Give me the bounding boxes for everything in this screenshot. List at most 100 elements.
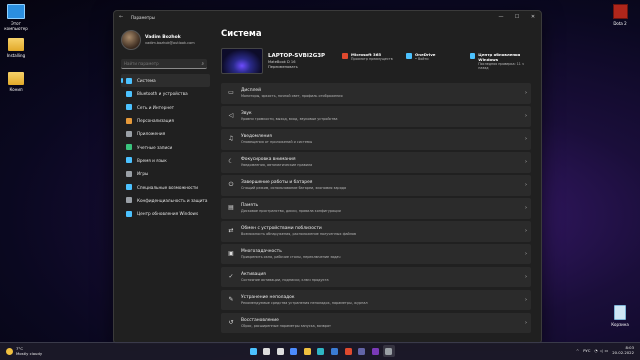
chevron-right-icon: › <box>525 159 527 166</box>
device-summary: LAPTOP-SVBI2G3P MateBook D 16 Переименов… <box>221 47 541 75</box>
sidebar-item-3[interactable]: Персонализация <box>121 114 210 127</box>
folder-icon <box>8 38 24 51</box>
settings-row-moon[interactable]: ☾ Фокусировка внимания Уведомления, автома… <box>221 151 531 173</box>
settings-row-bell[interactable]: ♫ Уведомления Оповещения от приложений и с… <box>221 128 531 150</box>
sidebar-item-label: Игры <box>137 171 149 177</box>
avatar <box>121 30 141 50</box>
settings-row-display[interactable]: ▭ Дисплей Мониторы, яркость, ночной свет, … <box>221 83 531 104</box>
explorer-icon[interactable] <box>301 345 313 357</box>
desktop-icon-label: Dota 2 <box>613 21 627 26</box>
sidebar-item-7[interactable]: Игры <box>121 167 210 180</box>
desktop-icon-dota2[interactable]: Dota 2 <box>604 4 636 26</box>
desktop-icon-recycle-bin[interactable]: Корзина <box>604 305 636 327</box>
close-button[interactable]: ✕ <box>525 14 541 20</box>
quick-tile-1[interactable]: OneDrive • Войти <box>406 52 464 71</box>
key-icon: ✓ <box>228 273 234 281</box>
wifi-icon[interactable]: ◔ <box>594 348 597 353</box>
battery-icon[interactable]: ▭ <box>605 348 609 353</box>
office-icon <box>342 52 348 59</box>
vegas-icon[interactable] <box>369 345 381 357</box>
sidebar-item-label: Персонализация <box>137 118 174 124</box>
accessibility-icon <box>126 184 132 191</box>
settings-row-subtitle: Уведомления, автоматические правила <box>241 163 313 167</box>
volume-icon[interactable]: ◁ <box>600 348 603 353</box>
multitask-icon: ▣ <box>228 250 234 258</box>
desktop-icon-konip[interactable]: Конип <box>0 72 32 92</box>
teams-icon-glyph <box>358 347 366 355</box>
edge-icon[interactable] <box>315 345 327 357</box>
windows-logo-icon[interactable] <box>247 345 259 357</box>
settings-row-recovery[interactable]: ↺ Восстановление Сброс, расширенные параме… <box>221 312 531 334</box>
quick-tile-0[interactable]: Microsoft 365 Просмотр преимуществ <box>342 52 400 71</box>
desktop-icon-this-pc[interactable]: Этот компьютер <box>0 4 32 31</box>
chevron-right-icon: › <box>525 182 527 189</box>
chevron-up-icon[interactable]: ^ <box>576 348 579 353</box>
minimize-button[interactable]: — <box>493 14 509 20</box>
sidebar-item-8[interactable]: Специальные возможности <box>121 180 210 193</box>
chrome-icon-glyph <box>344 347 352 355</box>
sidebar-item-1[interactable]: Bluetooth и устройства <box>121 87 210 100</box>
tile-subtitle: • Войти <box>415 56 429 61</box>
chrome-icon[interactable] <box>342 345 354 357</box>
storage-icon: ▤ <box>228 204 234 212</box>
recycle-bin-icon <box>614 305 626 320</box>
weather-widget[interactable]: 7°C Mostly cloudy <box>6 346 66 356</box>
search-box[interactable]: ⌕ <box>121 59 207 69</box>
maximize-button[interactable]: ☐ <box>509 14 525 20</box>
window-title: Параметры <box>131 14 155 20</box>
main-content: Система LAPTOP-SVBI2G3P MateBook D 16 Пе… <box>221 23 541 343</box>
weather-desc: Mostly cloudy <box>16 350 43 356</box>
search-input[interactable] <box>124 61 202 66</box>
sidebar-item-10[interactable]: Центр обновления Windows <box>121 207 210 220</box>
chevron-right-icon: › <box>525 228 527 235</box>
rename-link[interactable]: Переименовать <box>268 65 342 70</box>
widgets-icon-glyph <box>290 347 298 355</box>
sidebar-item-9[interactable]: Конфиденциальность и защита <box>121 194 210 207</box>
sidebar-item-label: Конфиденциальность и защита <box>137 197 208 203</box>
back-arrow-icon[interactable]: ← <box>119 14 127 20</box>
settings-list: ▭ Дисплей Мониторы, яркость, ночной свет, … <box>221 83 541 334</box>
recovery-icon: ↺ <box>228 319 234 327</box>
device-name: LAPTOP-SVBI2G3P <box>268 52 326 59</box>
settings-row-share[interactable]: ⇄ Обмен с устройствами поблизости Возможно… <box>221 220 531 242</box>
sidebar: Vadim Bozhok vadim.bozhok@outlook.com ⌕ … <box>114 23 214 343</box>
title-bar[interactable]: ← Параметры — ☐ ✕ <box>114 11 541 23</box>
settings-icon-glyph <box>385 347 393 355</box>
tile-title: OneDrive <box>415 51 436 57</box>
settings-row-storage[interactable]: ▤ Память Дисковое пространство, диски, пра… <box>221 197 531 219</box>
display-icon: ▭ <box>228 89 234 97</box>
power-icon: ⏻ <box>228 181 234 189</box>
sidebar-item-2[interactable]: Сеть и Интернет <box>121 101 210 114</box>
clock-date: 20.02.2022 <box>612 350 634 355</box>
sidebar-item-6[interactable]: Время и язык <box>121 154 210 167</box>
sidebar-nav: Система Bluetooth и устройства Сеть и Инте… <box>114 74 214 220</box>
sidebar-item-4[interactable]: Приложения <box>121 127 210 140</box>
share-icon: ⇄ <box>228 227 234 235</box>
task-view-icon[interactable] <box>274 345 286 357</box>
store-icon-glyph <box>331 347 339 355</box>
sidebar-item-0[interactable]: Система <box>121 74 210 88</box>
quick-tile-2[interactable]: Центр обновления Windows Последняя провер… <box>470 52 534 71</box>
task-view-icon-glyph <box>276 347 284 355</box>
settings-row-key[interactable]: ✓ Активация Состояние активации, подписки,… <box>221 266 531 288</box>
chevron-right-icon: › <box>525 274 527 281</box>
desktop-icon-label: Конип <box>9 87 23 92</box>
settings-row-multitask[interactable]: ▣ Многозадачность Прикрепить окна, рабочие… <box>221 243 531 265</box>
teams-icon[interactable] <box>356 345 368 357</box>
wallpaper-thumbnail[interactable] <box>221 48 263 74</box>
tile-subtitle: Просмотр преимуществ <box>351 56 393 61</box>
language-indicator[interactable]: РУС <box>583 348 590 353</box>
settings-row-speaker[interactable]: ◁ Звук Уровни громкости, выход, вход, звук… <box>221 105 531 127</box>
user-profile[interactable]: Vadim Bozhok vadim.bozhok@outlook.com <box>114 23 214 51</box>
search-icon[interactable] <box>261 345 273 357</box>
settings-row-power[interactable]: ⏻ Завершение работы и батарея Спящий режим… <box>221 174 531 196</box>
sidebar-item-5[interactable]: Учетные записи <box>121 140 210 153</box>
sidebar-item-label: Сеть и Интернет <box>137 104 175 110</box>
widgets-icon[interactable] <box>288 345 300 357</box>
chevron-right-icon: › <box>525 297 527 304</box>
settings-row-wrench[interactable]: ✎ Устранение неполадок Рекомендуемые средс… <box>221 289 531 311</box>
settings-icon[interactable] <box>382 345 395 357</box>
clock[interactable]: 8:03 20.02.2022 <box>612 345 634 355</box>
desktop-icon-installing[interactable]: Installing <box>0 38 32 58</box>
store-icon[interactable] <box>329 345 341 357</box>
